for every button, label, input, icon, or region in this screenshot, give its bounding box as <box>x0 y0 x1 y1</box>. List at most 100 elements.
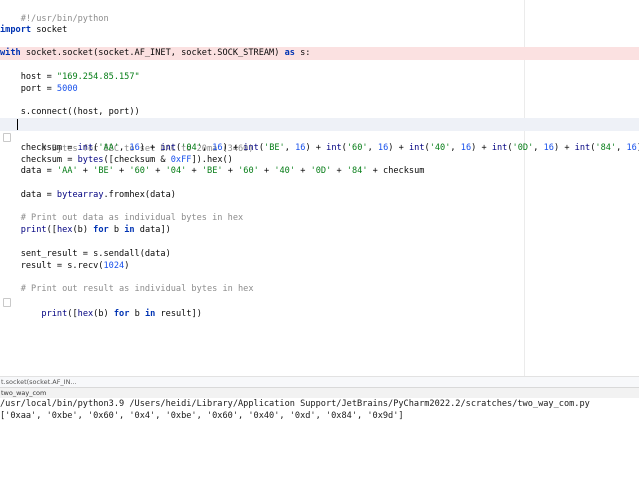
builtin-token: bytearray <box>56 190 104 200</box>
as-keyword: as <box>284 48 295 58</box>
code-token: ) <box>124 261 130 271</box>
code-token: ) + <box>139 143 161 153</box>
import-module: socket <box>36 25 68 35</box>
code-editor[interactable]: #!/usr/bin/python import socket with soc… <box>0 0 639 376</box>
string-token: '0D' <box>512 143 534 153</box>
string-token: '04' <box>181 143 202 153</box>
string-token: 'AA' <box>56 166 78 176</box>
print-result-tokens: print([hex(b) for b in result]) <box>21 309 202 319</box>
code-token: data = <box>0 166 57 176</box>
string-token: '04' <box>165 166 187 176</box>
code-token: ) + <box>222 143 244 153</box>
code-token: + <box>77 166 94 176</box>
fold-end-marker-icon[interactable] <box>3 298 11 307</box>
number-token: 16 <box>543 143 554 153</box>
code-token: checksum = <box>0 155 78 165</box>
code-line-port: port = 5000 <box>0 83 639 96</box>
host-value: "169.254.85.157" <box>56 72 140 82</box>
code-token: , <box>201 143 213 153</box>
builtin-token: int <box>574 143 591 153</box>
string-token: '84' <box>595 143 617 153</box>
builtin-token: hex <box>77 309 94 319</box>
number-token: 16 <box>212 143 223 153</box>
code-token: ) + <box>471 143 492 153</box>
code-token: ([ <box>67 309 78 319</box>
code-token: ([ <box>46 225 57 235</box>
connect-call: s.connect((host, port)) <box>0 107 140 117</box>
code-token: ) + <box>305 143 327 153</box>
code-line-bytearray: data = bytearray.fromhex(data) <box>0 189 639 202</box>
port-assign: port = <box>0 84 57 94</box>
breadcrumb-item[interactable]: t.socket(socket.AF_IN... <box>0 378 77 386</box>
builtin-token: int <box>160 143 176 153</box>
code-line-with: with socket.socket(socket.AF_INET, socke… <box>0 47 639 60</box>
string-token: '84' <box>346 166 368 176</box>
run-console[interactable]: /usr/local/bin/python3.9 /Users/heidi/Li… <box>0 398 639 500</box>
builtin-token: int <box>491 143 508 153</box>
as-target: s: <box>294 48 311 58</box>
code-token: result]) <box>155 309 202 319</box>
string-token: '0D' <box>310 166 332 176</box>
code-token: checksum = <box>0 143 78 153</box>
with-keyword: with <box>0 48 21 58</box>
code-token: + checksum <box>367 166 425 176</box>
port-value: 5000 <box>56 84 78 94</box>
number-token: 16 <box>626 143 637 153</box>
code-token: + <box>150 166 166 176</box>
code-token: + <box>113 166 130 176</box>
code-line-shebang: #!/usr/bin/python <box>0 0 639 24</box>
code-token: + <box>222 166 239 176</box>
code-line-print-result: print([hex(b) for b in result]) <box>0 295 639 319</box>
code-token: ) + <box>553 143 575 153</box>
code-token: result = s.recv( <box>0 261 104 271</box>
builtin-token: int <box>77 143 94 153</box>
code-token: data]) <box>134 225 171 235</box>
string-token: 'AA' <box>98 143 120 153</box>
string-token: '60' <box>346 143 368 153</box>
number-token: 16 <box>295 143 306 153</box>
keyword-token: in <box>124 225 135 235</box>
builtin-token: int <box>408 143 425 153</box>
host-assign: host = <box>0 72 57 82</box>
code-token: , <box>616 143 627 153</box>
string-token: '40' <box>429 143 451 153</box>
code-line-data-concat: data = 'AA' + 'BE' + '60' + '04' + 'BE' … <box>0 165 639 178</box>
shebang-text: #!/usr/bin/python <box>20 14 109 24</box>
code-token: ) + <box>388 143 409 153</box>
fold-marker-icon[interactable] <box>3 133 11 142</box>
number-token: 16 <box>129 143 140 153</box>
string-token: 'BE' <box>93 166 114 176</box>
builtin-token: hex <box>56 225 73 235</box>
code-line-recv: result = s.recv(1024) <box>0 260 639 273</box>
comment-print-result: # Print out result as individual bytes i… <box>0 284 254 294</box>
code-line-import: import socket <box>0 24 639 37</box>
code-token: (b) <box>72 225 94 235</box>
code-token: + <box>258 166 275 176</box>
builtin-token: int <box>243 143 259 153</box>
code-token: b <box>108 225 125 235</box>
with-expression: socket.socket(socket.AF_INET, socket.SOC… <box>20 48 285 58</box>
number-token: 1024 <box>103 261 125 271</box>
string-token: '60' <box>129 166 151 176</box>
string-token: '60' <box>238 166 259 176</box>
code-token: , <box>284 143 296 153</box>
builtin-token: bytes <box>77 155 104 165</box>
builtin-token: print <box>20 225 47 235</box>
string-token: '40' <box>274 166 296 176</box>
comment-print-data: # Print out data as individual bytes in … <box>0 213 244 223</box>
code-token: + <box>186 166 202 176</box>
keyword-token: for <box>93 225 109 235</box>
string-token: 'BE' <box>201 166 223 176</box>
code-line-print-data: print([hex(b) for b in data]) <box>0 224 639 237</box>
code-token: , <box>119 143 130 153</box>
code-token: data = <box>0 190 57 200</box>
code-token: b <box>129 309 145 319</box>
import-keyword: import <box>0 25 32 35</box>
code-token: (b) <box>93 309 114 319</box>
code-token: ([checksum & <box>103 155 171 165</box>
text-caret <box>17 119 18 130</box>
number-token: 16 <box>377 143 389 153</box>
number-token: 16 <box>460 143 472 153</box>
